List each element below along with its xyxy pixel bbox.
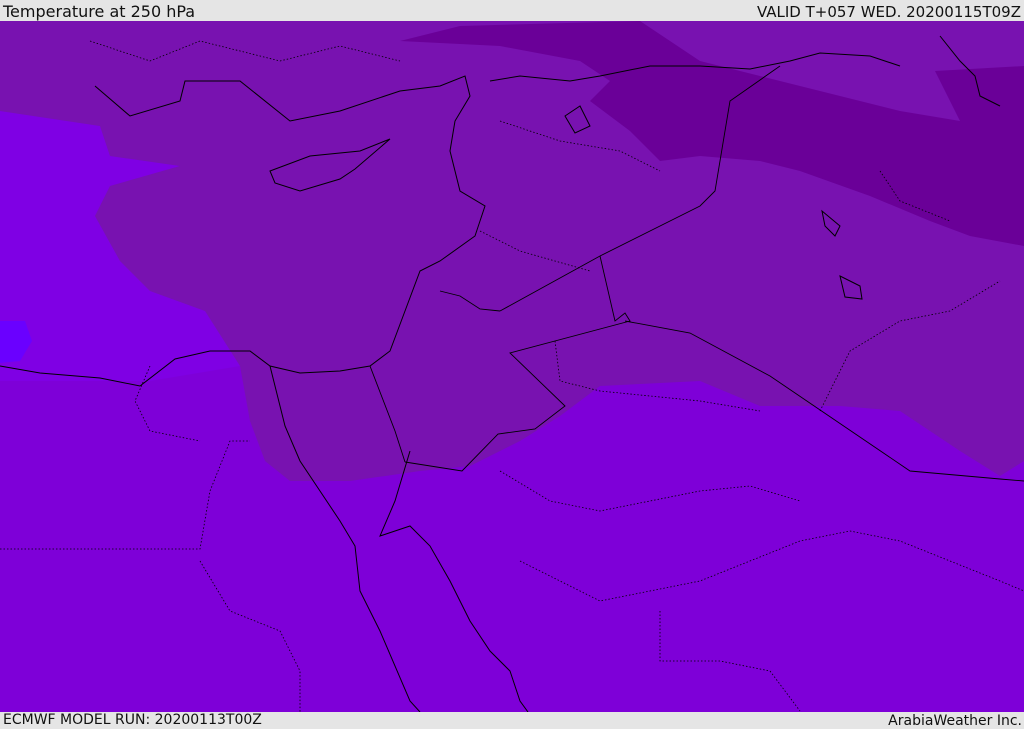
temperature-map[interactable] (0, 21, 1024, 712)
header-bar: Temperature at 250 hPa VALID T+057 WED. … (0, 0, 1024, 21)
valid-time: VALID T+057 WED. 20200115T09Z (756, 3, 1021, 21)
credit: ArabiaWeather Inc. (888, 713, 1022, 729)
map-title: Temperature at 250 hPa (3, 2, 196, 21)
footer-bar: ECMWF MODEL RUN: 20200113T00Z ArabiaWeat… (0, 712, 1024, 729)
model-run: ECMWF MODEL RUN: 20200113T00Z (3, 712, 262, 728)
